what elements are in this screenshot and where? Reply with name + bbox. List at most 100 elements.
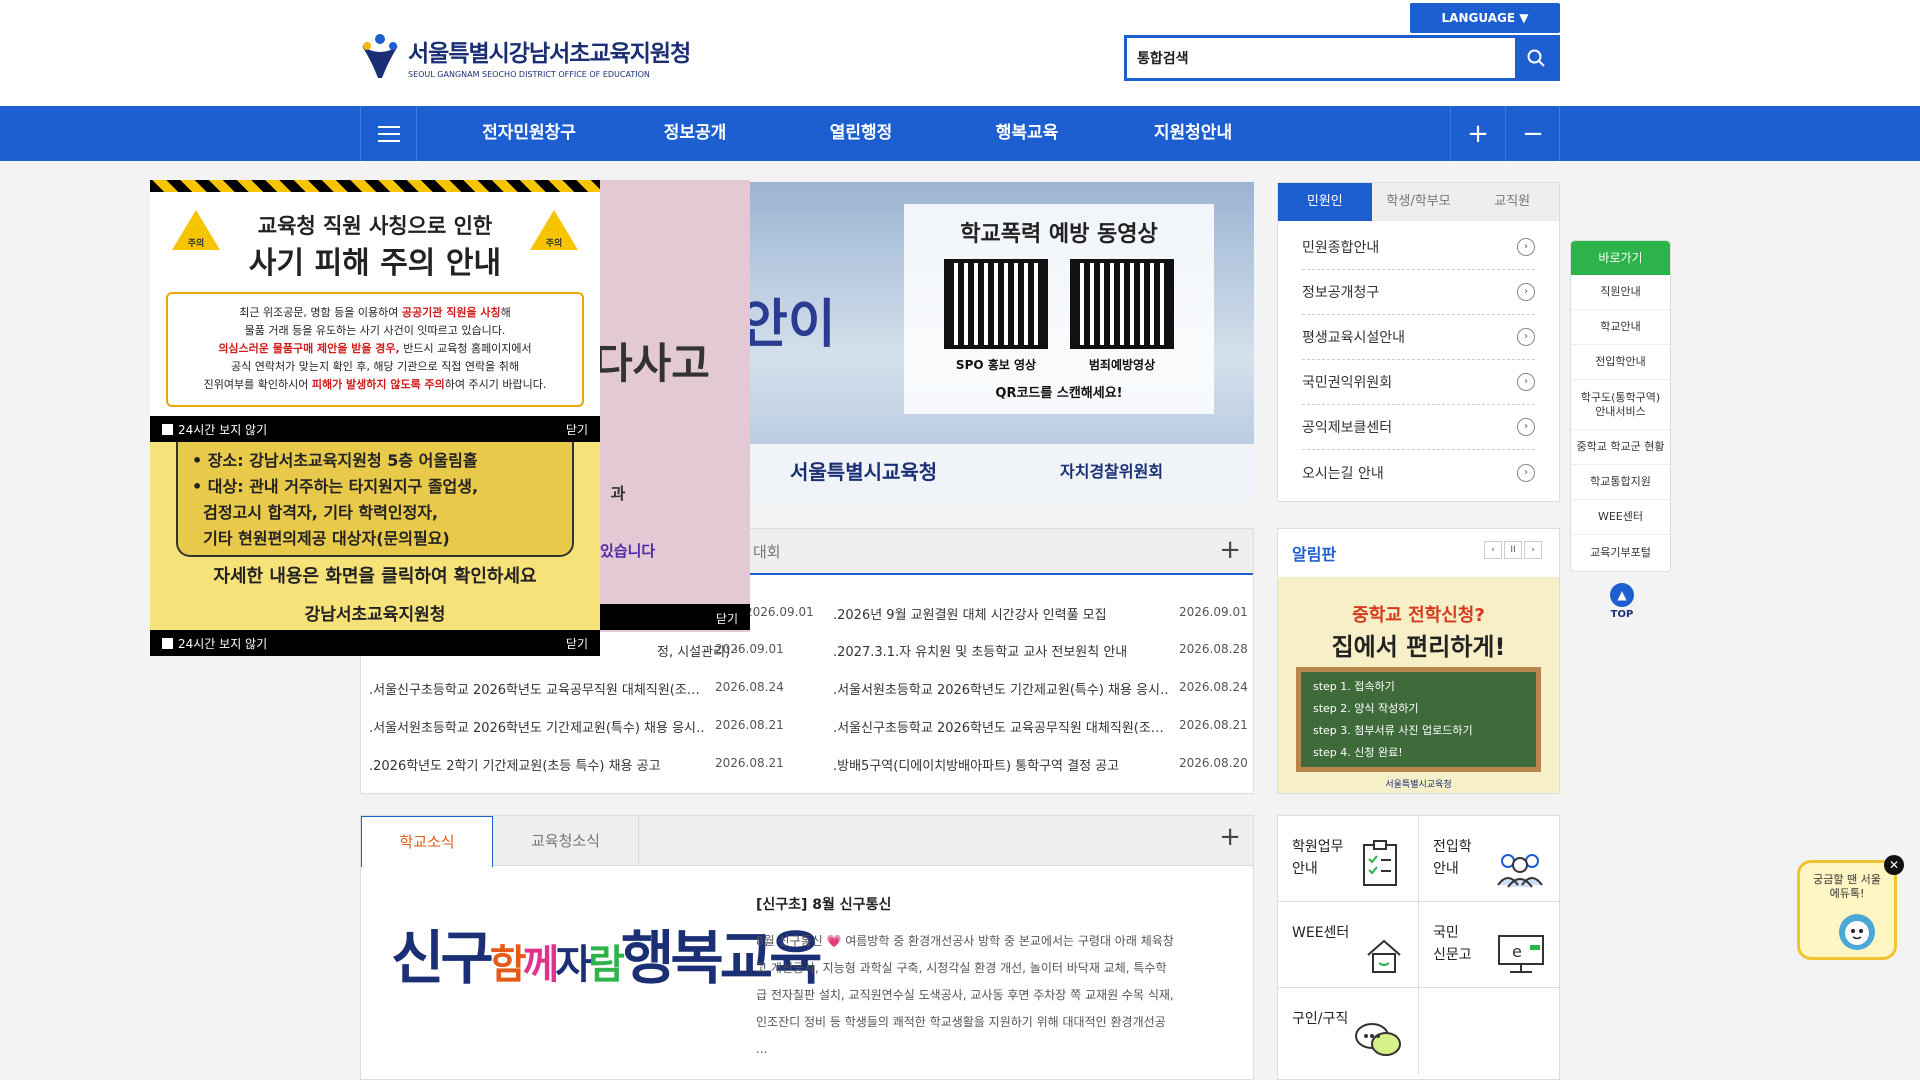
news-title[interactable]: [신구초] 8월 신구통신 — [756, 894, 891, 914]
visual-org2-logo: 자치경찰위원회 — [1060, 462, 1164, 481]
board-item[interactable]: .2026학년도 2학기 기간제교원(초등 특수) 채용 공고 — [369, 755, 704, 774]
nav-item-education[interactable]: 행복교육 — [957, 106, 1097, 161]
visual-org-logo: 서울특별시교육청 — [790, 460, 938, 484]
quick-link[interactable]: 교육기부포털 — [1571, 535, 1670, 570]
side-link[interactable]: 공익제보클센터 › — [1302, 405, 1535, 450]
shortcut-wee-center[interactable]: WEE센터 — [1278, 902, 1419, 988]
quick-link[interactable]: 직원안내 — [1571, 275, 1670, 310]
tab-board-contest[interactable]: 대회 — [753, 529, 781, 575]
quick-link[interactable]: 중학교 학교군 현황 — [1571, 430, 1670, 465]
zoom-in-button[interactable]: + — [1450, 106, 1505, 161]
notice-banner[interactable]: 중학교 전학신청? 집에서 편리하게! step 1. 접속하기 step 2.… — [1278, 577, 1559, 793]
side-link[interactable]: 국민권익위원회 › — [1302, 360, 1535, 405]
side-link[interactable]: 오시는길 안내 › — [1302, 450, 1535, 495]
nav-item-about[interactable]: 지원청안내 — [1123, 106, 1263, 161]
shortcut-jobs[interactable]: 구인/구직 — [1278, 988, 1419, 1074]
hide-24h-checkbox[interactable]: 24시간 보지 않기 — [162, 421, 267, 438]
visual-headline: 안이 — [740, 295, 836, 355]
popup-footer: 24시간 보지 않기 닫기 — [150, 630, 600, 656]
board-item[interactable]: .방배5구역(디에이치방배아파트) 통학구역 결정 공고 — [833, 755, 1168, 774]
board-date: 2026.08.20 — [1179, 756, 1248, 770]
tab-staff[interactable]: 교직원 — [1465, 183, 1559, 221]
side-link[interactable]: 민원종합안내 › — [1302, 225, 1535, 270]
popup-hidden-layer[interactable]: 과 있습니다 — [600, 180, 750, 632]
board-item[interactable]: .2026년 9월 교원결원 대체 시간강사 인력풀 모집 — [833, 604, 1168, 623]
tab-student-parent[interactable]: 학생/학부모 — [1372, 183, 1466, 221]
quick-link[interactable]: 학교통합지원 — [1571, 465, 1670, 500]
tab-school-news[interactable]: 학교소식 — [361, 816, 493, 867]
news-more-button[interactable]: + — [1219, 822, 1241, 852]
chevron-right-icon: › — [1517, 463, 1535, 482]
chalkboard: step 1. 접속하기 step 2. 양식 작성하기 step 3. 첨부서… — [1296, 667, 1541, 772]
popup-close-button[interactable]: 닫기 — [566, 421, 588, 438]
board-more-button[interactable]: + — [1219, 535, 1241, 565]
nav-item-civil[interactable]: 전자민원창구 — [459, 106, 599, 161]
site-header: 서울특별시강남서초교육지원청 SEOUL GANGNAM SEOCHO DIST… — [0, 0, 1920, 106]
shortcut-transfer[interactable]: 전입학 안내 — [1419, 816, 1560, 902]
shortcut-epeople[interactable]: 국민 신문고 e — [1419, 902, 1560, 988]
scroll-top-button[interactable]: ▲ TOP — [1608, 583, 1636, 620]
board-date: 2026.09.01 — [715, 642, 784, 656]
monitor-icon: e — [1498, 935, 1544, 973]
language-button[interactable]: LANGUAGE ▼ — [1410, 3, 1560, 33]
checkbox-icon — [162, 423, 173, 435]
chatbot-banner[interactable]: 궁금할 땐 서울에듀톡! — [1797, 860, 1897, 960]
close-icon[interactable]: ✕ — [1884, 855, 1904, 875]
board-item[interactable]: .서울신구초등학교 2026학년도 교육공무직원 대체직원(조… — [369, 679, 704, 698]
shortcut-academy[interactable]: 학원업무 안내 — [1278, 816, 1419, 902]
board-item[interactable]: .2027.3.1.자 유치원 및 초등학교 교사 전보원칙 안내 — [833, 641, 1168, 660]
board-item[interactable]: .서울서원초등학교 2026학년도 기간제교원(특수) 채용 응시… — [369, 717, 704, 736]
search-button[interactable] — [1515, 38, 1557, 78]
quick-link[interactable]: 전입학안내 — [1571, 345, 1670, 380]
hide-24h-checkbox[interactable]: 24시간 보지 않기 — [162, 635, 267, 652]
all-menu-button[interactable] — [361, 106, 417, 161]
popup-footer: 24시간 보지 않기 닫기 — [150, 416, 600, 442]
fraud-warning-popup[interactable]: 주의 주의 교육청 직원 사칭으로 인한 사기 피해 주의 안내 최근 위조공문… — [150, 180, 600, 442]
board-date: 2026.08.21 — [715, 756, 784, 770]
chat-bubble-icon — [1355, 1023, 1401, 1056]
search-icon — [1527, 49, 1545, 67]
board-date: 2026.08.24 — [1179, 680, 1248, 694]
pause-icon[interactable]: II — [1504, 541, 1522, 559]
side-link[interactable]: 평생교육시설안내 › — [1302, 315, 1535, 360]
popup-hidden-close[interactable]: 닫기 — [716, 610, 738, 627]
notice-subheadline: 집에서 편리하게! — [1331, 633, 1506, 661]
tab-civilian[interactable]: 민원인 — [1278, 183, 1372, 221]
board-date: 2026.09.01 — [745, 605, 814, 619]
nav-item-info[interactable]: 정보공개 — [625, 106, 765, 161]
logo-title: 서울특별시강남서초교육지원청 — [408, 40, 691, 67]
side-link[interactable]: 정보공개청구 › — [1302, 270, 1535, 315]
zoom-out-button[interactable]: − — [1505, 106, 1560, 161]
event-info-popup[interactable]: • 장소: 강남서초교육지원청 5층 어울림홀 • 대상: 관내 거주하는 타지… — [150, 442, 600, 656]
popup-title: 교육청 직원 사칭으로 인한 — [257, 214, 493, 238]
notice-slider: 알림판 ‹ II › 중학교 전학신청? 집에서 편리하게! step 1. 접… — [1277, 528, 1560, 794]
hazard-stripe — [150, 180, 600, 192]
mascot-icon — [1839, 914, 1875, 950]
people-icon — [1497, 854, 1543, 888]
quick-link[interactable]: WEE센터 — [1571, 500, 1670, 535]
nav-item-admin[interactable]: 열린행정 — [791, 106, 931, 161]
popup-close-button[interactable]: 닫기 — [566, 635, 588, 652]
prev-arrow-icon[interactable]: ‹ — [1484, 541, 1502, 559]
chevron-right-icon: › — [1517, 373, 1535, 391]
board-date: 2026.08.21 — [1179, 718, 1248, 732]
popup-instruction: 자세한 내용은 화면을 클릭하여 확인하세요 — [213, 566, 537, 587]
qr-note: QR코드를 스캔해세요! — [995, 386, 1123, 401]
news-thumbnail[interactable]: 신구함께자람행복교육 — [391, 911, 822, 995]
qr-code-icon — [1070, 259, 1174, 349]
board-date: 2026.08.21 — [715, 718, 784, 732]
quick-link[interactable]: 학교안내 — [1571, 310, 1670, 345]
next-arrow-icon[interactable]: › — [1524, 541, 1542, 559]
popup-message: 최근 위조공문, 명함 등을 이용하여 공공기관 직원을 사칭해 물품 거래 등… — [166, 292, 584, 407]
checkbox-icon — [162, 637, 173, 649]
shortcut-empty — [1419, 988, 1560, 1074]
tab-office-news[interactable]: 교육청소식 — [493, 816, 639, 866]
qr-panel: 학교폭력 예방 동영상 SPO 홍보 영상 범죄예방영상 QR코드를 스캔해세요… — [904, 204, 1214, 414]
board-item[interactable]: .서울서원초등학교 2026학년도 기간제교원(특수) 채용 응시… — [833, 679, 1168, 698]
search-input[interactable] — [1127, 38, 1515, 78]
popup-hidden-text: 다사고 — [594, 339, 710, 388]
quick-link[interactable]: 학구도(통학구역) 안내서비스 — [1571, 380, 1670, 430]
board-item[interactable]: .서울신구초등학교 2026학년도 교육공무직원 대체직원(조… — [833, 717, 1168, 736]
site-logo[interactable]: 서울특별시강남서초교육지원청 SEOUL GANGNAM SEOCHO DIST… — [358, 32, 691, 80]
search-box — [1124, 35, 1560, 81]
